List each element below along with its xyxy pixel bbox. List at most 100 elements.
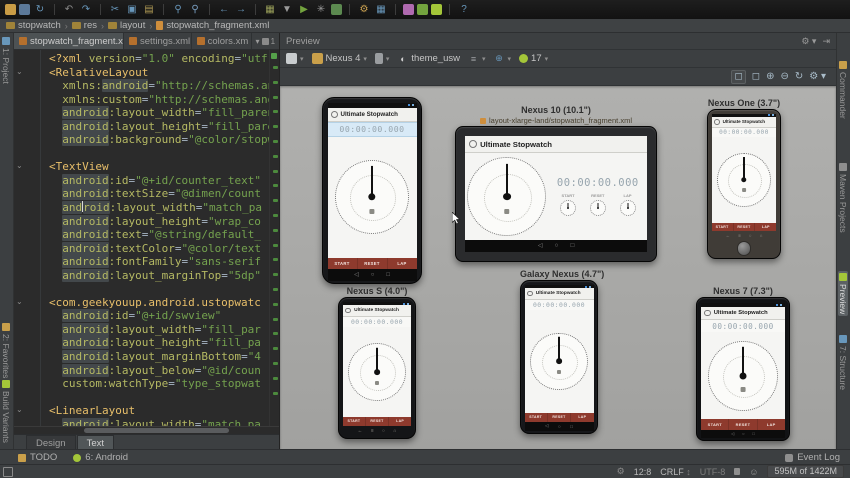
layout-config-selector[interactable]: ▾ [286, 53, 304, 64]
copy-icon[interactable]: ▣ [125, 3, 139, 17]
redo-icon[interactable]: ↷ [79, 3, 93, 17]
tab-text[interactable]: Text [77, 435, 114, 450]
code-line[interactable]: <com.geekyouup.android.ustopwatc [49, 296, 269, 310]
run-config-icon[interactable]: ▦ [263, 3, 277, 17]
editor-tab-colors-xm[interactable]: colors.xm× [192, 33, 252, 49]
code-line[interactable]: android:layout_width="fill_paren [49, 106, 269, 120]
theme-selector[interactable]: ◐ theme_usw [397, 53, 460, 64]
preview-canvas[interactable]: Ultimate Stopwatch00:00:00.000STARTRESET… [280, 86, 836, 450]
code-line[interactable]: android:layout_height="wrap_co [49, 215, 269, 229]
caret-position[interactable]: 12:8 [634, 467, 652, 477]
code-line[interactable]: android:layout_width="fill_par [49, 323, 269, 337]
paste-icon[interactable]: ▤ [142, 3, 156, 17]
code-line[interactable]: xmlns:android="http://schemas.an [49, 79, 269, 93]
code-line[interactable]: android:layout_marginBottom="4 [49, 350, 269, 364]
code-line[interactable]: custom:watchType="type_stopwat [49, 377, 269, 391]
code-line[interactable]: android:textSize="@dimen/count [49, 187, 269, 201]
code-line[interactable]: android:layout_height="fill_pa [49, 336, 269, 350]
device-nexus-4[interactable]: Ultimate Stopwatch00:00:00.000STARTRESET… [322, 97, 422, 284]
stripe-tab-build-variants[interactable]: Build Variants [1, 378, 11, 445]
device-nexus-10[interactable]: Nexus 10 (10.1")layout-xlarge-land/stopw… [455, 105, 657, 262]
device-galaxy-nexus[interactable]: Galaxy Nexus (4.7")Ultimate Stopwatch00:… [520, 269, 598, 434]
line-ending-selector[interactable]: CRLF ↕ [660, 467, 691, 477]
device-nexus-one[interactable]: Nexus One (3.7")Ultimate Stopwatch00:00:… [707, 98, 781, 259]
code-line[interactable]: android:layout_width="match_pa [49, 201, 269, 215]
fold-marker-icon[interactable]: ⌄ [16, 162, 23, 170]
code-line[interactable]: android:text="@string/default_ [49, 228, 269, 242]
breadcrumb-item[interactable]: res [72, 20, 97, 31]
background-tasks-gear-icon[interactable]: ⚙ [617, 466, 625, 477]
code-line[interactable]: android:id="@+id/counter_text" [49, 174, 269, 188]
code-line[interactable] [49, 282, 269, 296]
api-version-selector[interactable]: 17 ▾ [519, 53, 548, 64]
refresh-icon[interactable]: ↻ [795, 72, 803, 82]
device-nexus-7[interactable]: Nexus 7 (7.3")Ultimate Stopwatch00:00:00… [696, 286, 790, 441]
orientation-selector[interactable]: ▾ [375, 53, 390, 64]
stripe-tab-7-structure[interactable]: 7: Structure [838, 333, 848, 392]
code-line[interactable]: android:layout_height="fill_pare [49, 120, 269, 134]
hide-panel-icon[interactable]: ⇥ [822, 36, 830, 47]
coverage-icon[interactable]: ✳ [314, 3, 328, 17]
code-line[interactable]: <TextView [49, 160, 269, 174]
run-dropdown-icon[interactable]: ▼ [280, 3, 294, 17]
fold-marker-icon[interactable]: ⌄ [16, 68, 23, 76]
breadcrumb-item[interactable]: layout [108, 20, 145, 31]
back-icon[interactable]: ← [217, 3, 231, 17]
avd-manager-icon[interactable] [417, 4, 428, 15]
inspections-hector-icon[interactable]: ☺ [749, 467, 758, 477]
event-log-button[interactable]: Event Log [785, 452, 840, 463]
stripe-tab-commander[interactable]: Commander [838, 59, 848, 121]
tab-design[interactable]: Design [26, 435, 76, 450]
code-line[interactable]: <LinearLayout [49, 404, 269, 418]
cut-icon[interactable]: ✂ [108, 3, 122, 17]
code-line[interactable]: <RelativeLayout [49, 66, 269, 80]
code-line[interactable]: xmlns:custom="http://schemas.and [49, 93, 269, 107]
sdk-manager-icon[interactable] [431, 4, 442, 15]
zoom-actual-icon[interactable]: ◻ [752, 72, 760, 82]
save-icon[interactable] [19, 4, 30, 15]
editor-tab-settings-xml[interactable]: settings.xml× [124, 33, 192, 49]
error-stripe[interactable] [269, 50, 279, 426]
code-line[interactable]: <?xml version="1.0" encoding="utf- [49, 52, 269, 66]
tab-list-controls[interactable]: ▾1 [252, 33, 279, 49]
zoom-in-icon[interactable]: ⊕ [766, 72, 774, 82]
fold-marker-icon[interactable]: ⌄ [16, 298, 23, 306]
device-monitor-icon[interactable] [403, 4, 414, 15]
preview-gear-icon[interactable]: ⚙ ▾ [801, 36, 816, 47]
replace-icon[interactable]: ⚲ [188, 3, 202, 17]
locale-selector[interactable]: ⊕ ▾ [494, 53, 512, 64]
code-line[interactable] [49, 147, 269, 161]
activity-selector[interactable]: ≡ ▾ [468, 53, 486, 64]
forward-icon[interactable]: → [234, 3, 248, 17]
code-line[interactable]: android:background="@color/stopw [49, 133, 269, 147]
stripe-tab-maven-projects[interactable]: Maven Projects [838, 161, 848, 235]
toggle-toolwindows-icon[interactable] [3, 467, 13, 477]
run-icon[interactable]: ▶ [297, 3, 311, 17]
zoom-fit-icon[interactable]: ◻ [731, 70, 745, 84]
device-nexus-s[interactable]: Nexus S (4.0")Ultimate Stopwatch00:00:00… [338, 286, 416, 439]
editor[interactable]: ⌄⌄⌄⌄ <?xml version="1.0" encoding="utf-<… [14, 50, 279, 426]
android-toolwindow-button[interactable]: 6: Android [73, 452, 128, 463]
device-selector[interactable]: Nexus 4 ▾ [312, 53, 367, 64]
code-line[interactable]: android:id="@+id/swview" [49, 309, 269, 323]
stripe-tab-preview[interactable]: Preview [838, 271, 848, 316]
todo-toolwindow-button[interactable]: TODO [18, 452, 57, 463]
open-icon[interactable] [5, 4, 16, 15]
fold-marker-icon[interactable]: ⌄ [16, 406, 23, 414]
sync-icon[interactable]: ↻ [33, 3, 47, 17]
project-structure-icon[interactable]: ▦ [374, 3, 388, 17]
memory-indicator[interactable]: 595M of 1422M [767, 465, 844, 478]
code-line[interactable]: android:layout_below="@id/coun [49, 364, 269, 378]
find-icon[interactable]: ⚲ [171, 3, 185, 17]
readonly-lock-icon[interactable] [734, 468, 740, 475]
breadcrumb-item[interactable]: stopwatch [6, 20, 61, 31]
encoding-indicator[interactable]: UTF-8 [700, 467, 726, 477]
code-area[interactable]: <?xml version="1.0" encoding="utf-<Relat… [41, 50, 269, 426]
preview-settings-gear-icon[interactable]: ⚙ ▾ [809, 72, 826, 82]
code-line[interactable]: android:textColor="@color/text [49, 242, 269, 256]
stripe-tab-2-favorites[interactable]: 2: Favorites [1, 321, 11, 380]
editor-tab-stopwatch_fragment-xml[interactable]: stopwatch_fragment.xml× [14, 33, 124, 49]
undo-icon[interactable]: ↶ [62, 3, 76, 17]
stripe-tab-1-project[interactable]: 1: Project [1, 35, 11, 86]
settings-wrench-icon[interactable]: ⚙ [357, 3, 371, 17]
